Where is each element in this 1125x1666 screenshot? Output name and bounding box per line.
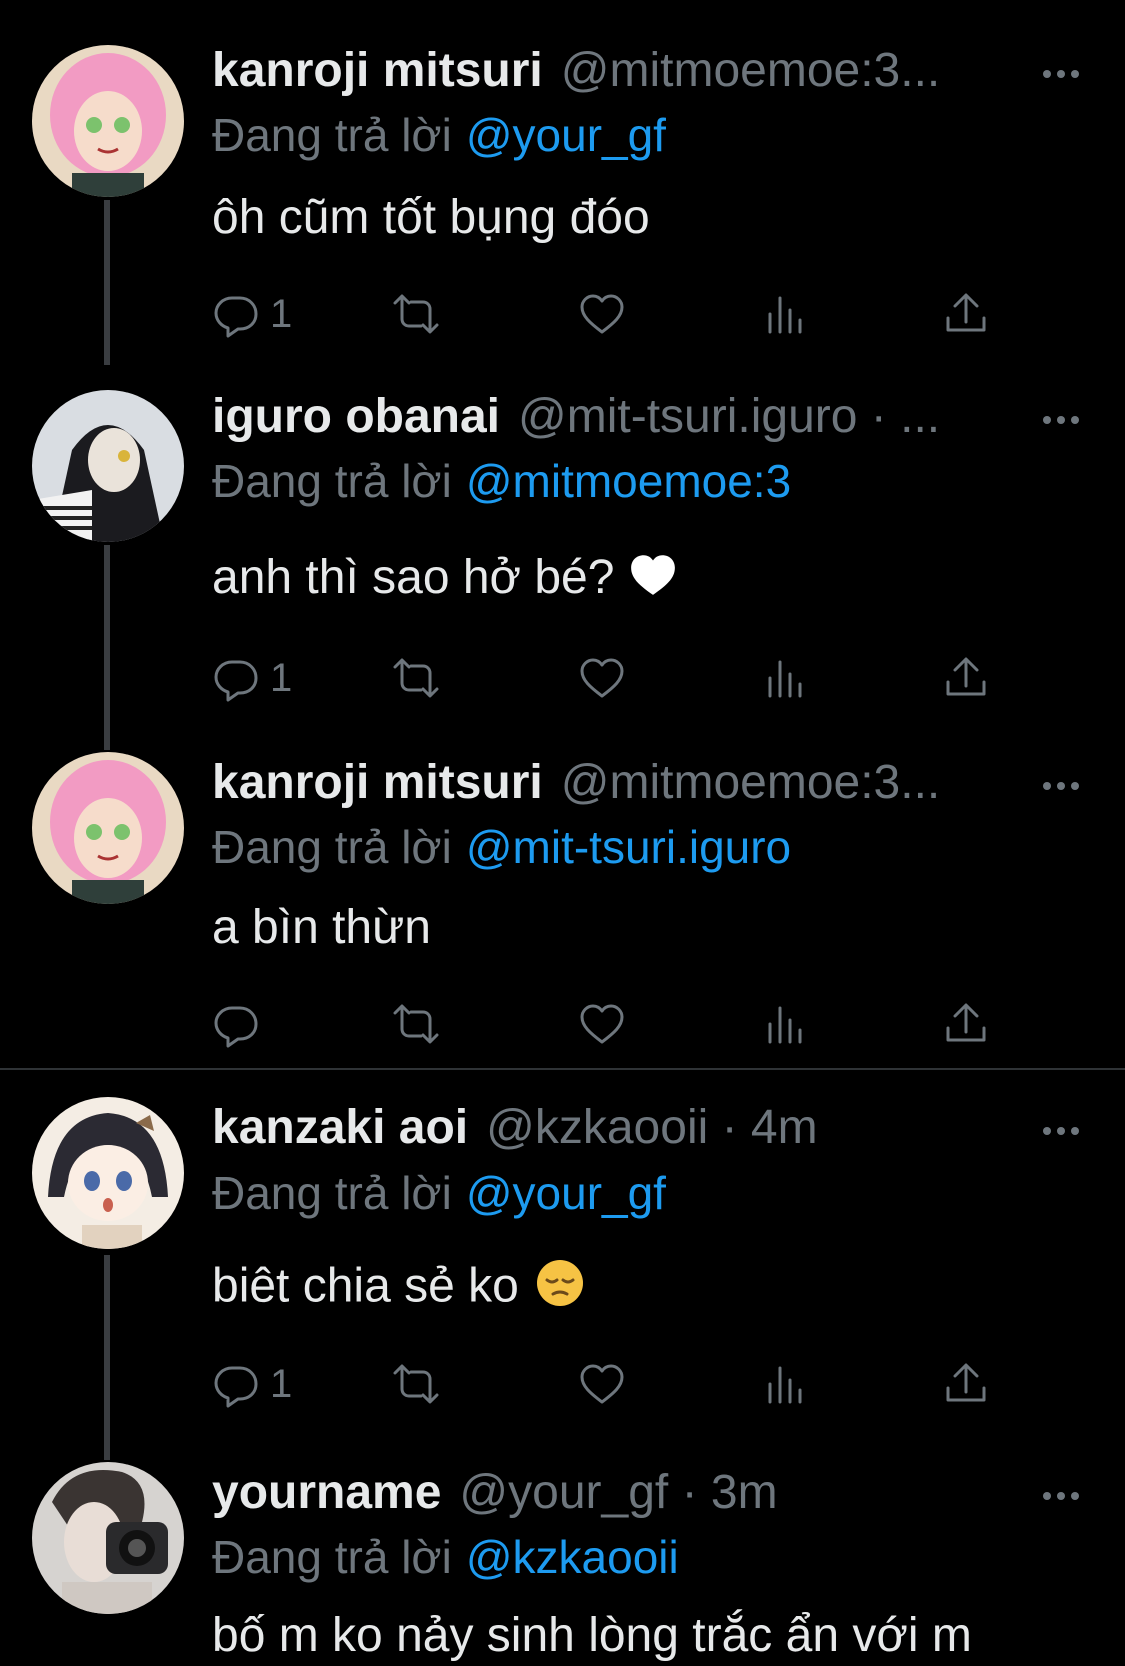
handle[interactable]: @mit-tsuri.iguro · ...	[518, 389, 1085, 444]
heart-icon	[578, 290, 626, 338]
share-icon	[942, 290, 990, 338]
views-icon	[762, 654, 810, 702]
views-button[interactable]	[762, 996, 810, 1052]
replying-to: Đang trả lời @mit-tsuri.iguro	[212, 820, 791, 874]
reply-icon	[212, 1000, 260, 1048]
pensive-face-icon	[535, 1258, 585, 1320]
reply-button[interactable]: 1	[212, 286, 292, 342]
replying-to-label: Đang trả lời	[212, 455, 452, 507]
handle[interactable]: @mitmoemoe:3...	[561, 755, 1085, 810]
views-button[interactable]	[762, 650, 810, 706]
share-icon	[942, 1360, 990, 1408]
reply-icon	[212, 654, 260, 702]
more-options-icon[interactable]	[1037, 50, 1085, 98]
retweet-button[interactable]	[392, 1356, 440, 1412]
avatar[interactable]	[32, 390, 184, 542]
like-button[interactable]	[578, 996, 626, 1052]
reply-mention-link[interactable]: @mitmoemoe:3	[466, 455, 791, 507]
heart-icon	[578, 1000, 626, 1048]
reply-button[interactable]	[212, 996, 270, 1052]
retweet-button[interactable]	[392, 650, 440, 706]
replying-to-label: Đang trả lời	[212, 1167, 452, 1219]
action-bar	[212, 996, 1012, 1052]
more-options-icon[interactable]	[1037, 762, 1085, 810]
views-icon	[762, 1360, 810, 1408]
share-button[interactable]	[942, 286, 990, 342]
reply-icon	[212, 290, 260, 338]
reply-mention-link[interactable]: @your_gf	[466, 1167, 666, 1219]
display-name[interactable]: kanroji mitsuri	[212, 43, 543, 98]
views-icon	[762, 1000, 810, 1048]
tweet-text: anh thì sao hở bé?	[212, 550, 678, 609]
thread-divider	[0, 1068, 1125, 1070]
reply-count: 1	[270, 655, 293, 700]
heart-icon	[578, 654, 626, 702]
action-bar: 1	[212, 650, 1012, 706]
replying-to: Đang trả lời @your_gf	[212, 108, 666, 162]
handle[interactable]: @your_gf · 3m	[459, 1465, 1085, 1520]
reply-count: 1	[270, 291, 293, 336]
avatar[interactable]	[32, 752, 184, 904]
views-icon	[762, 290, 810, 338]
replying-to: Đang trả lời @kzkaooii	[212, 1530, 679, 1584]
avatar[interactable]	[32, 45, 184, 197]
tweet-text: a bìn thừn	[212, 901, 431, 954]
white-heart-icon	[628, 551, 678, 609]
replying-to: Đang trả lời @mitmoemoe:3	[212, 454, 791, 508]
retweet-icon	[392, 1000, 440, 1048]
tweet-text-content: biêt chia sẻ ko	[212, 1259, 519, 1313]
more-options-icon[interactable]	[1037, 1472, 1085, 1520]
display-name[interactable]: kanroji mitsuri	[212, 755, 543, 810]
reply-mention-link[interactable]: @mit-tsuri.iguro	[466, 821, 791, 873]
tweet-text: ôh cũm tốt bụng đóo	[212, 191, 650, 244]
like-button[interactable]	[578, 286, 626, 342]
reply-icon	[212, 1360, 260, 1408]
replying-to-label: Đang trả lời	[212, 109, 452, 161]
thread-line	[104, 1255, 110, 1460]
display-name[interactable]: yourname	[212, 1465, 441, 1520]
retweet-button[interactable]	[392, 996, 440, 1052]
thread-line	[104, 200, 110, 365]
views-button[interactable]	[762, 286, 810, 342]
avatar[interactable]	[32, 1462, 184, 1614]
replying-to: Đang trả lời @your_gf	[212, 1166, 666, 1220]
heart-icon	[578, 1360, 626, 1408]
reply-mention-link[interactable]: @your_gf	[466, 109, 666, 161]
display-name[interactable]: kanzaki aoi	[212, 1100, 468, 1155]
reply-mention-link[interactable]: @kzkaooii	[466, 1531, 679, 1583]
action-bar: 1	[212, 286, 1012, 342]
avatar[interactable]	[32, 1097, 184, 1249]
like-button[interactable]	[578, 1356, 626, 1412]
replying-to-label: Đang trả lời	[212, 821, 452, 873]
retweet-button[interactable]	[392, 286, 440, 342]
action-bar: 1	[212, 1356, 1012, 1412]
retweet-icon	[392, 654, 440, 702]
more-options-icon[interactable]	[1037, 396, 1085, 444]
reply-button[interactable]: 1	[212, 650, 292, 706]
reply-count: 1	[270, 1361, 293, 1406]
more-options-icon[interactable]	[1037, 1107, 1085, 1155]
tweet-text-content: anh thì sao hở bé?	[212, 551, 615, 604]
reply-button[interactable]: 1	[212, 1356, 292, 1412]
share-icon	[942, 1000, 990, 1048]
share-button[interactable]	[942, 650, 990, 706]
like-button[interactable]	[578, 650, 626, 706]
views-button[interactable]	[762, 1356, 810, 1412]
thread-line	[104, 545, 110, 750]
handle[interactable]: @kzkaooii · 4m	[486, 1100, 1085, 1155]
replying-to-label: Đang trả lời	[212, 1531, 452, 1583]
display-name[interactable]: iguro obanai	[212, 389, 500, 444]
share-icon	[942, 654, 990, 702]
share-button[interactable]	[942, 996, 990, 1052]
retweet-icon	[392, 290, 440, 338]
share-button[interactable]	[942, 1356, 990, 1412]
tweet-text: bố m ko nảy sinh lòng trắc ẩn với m	[212, 1609, 972, 1662]
handle[interactable]: @mitmoemoe:3...	[561, 43, 1085, 98]
retweet-icon	[392, 1360, 440, 1408]
tweet-text: biêt chia sẻ ko	[212, 1258, 585, 1320]
